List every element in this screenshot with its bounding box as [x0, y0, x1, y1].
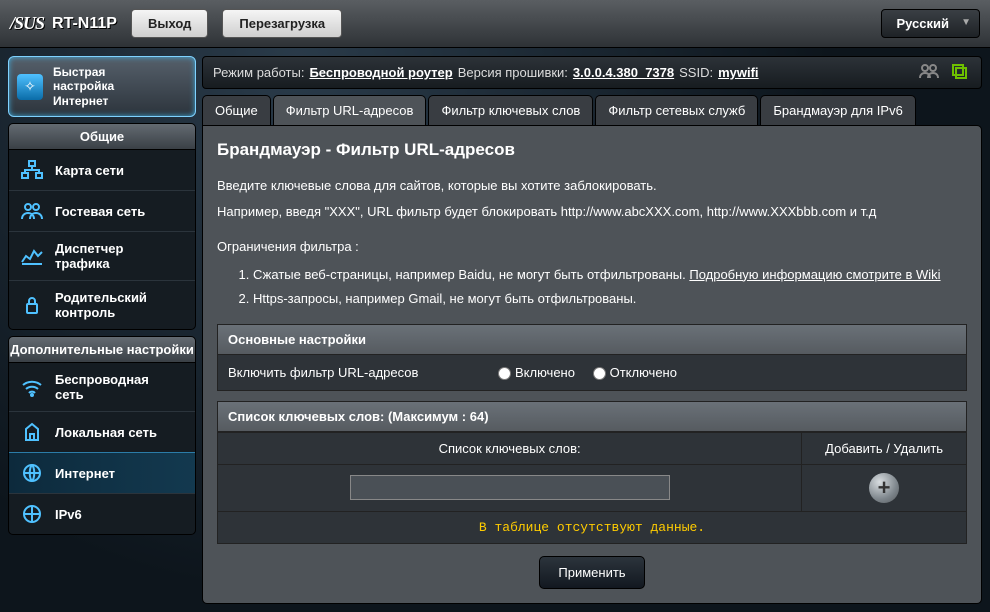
- sidebar-item-label: Гостевая сеть: [55, 204, 145, 219]
- keyword-input[interactable]: [350, 475, 670, 500]
- wan-icon: [19, 462, 45, 484]
- model-text: RT-N11P: [52, 15, 117, 33]
- ssid-label: SSID:: [679, 65, 713, 80]
- clients-icon[interactable]: [919, 63, 939, 82]
- add-keyword-button[interactable]: +: [869, 473, 899, 503]
- status-bar: Режим работы: Беспроводной роутер Версия…: [202, 56, 982, 89]
- tab-keyword-filter[interactable]: Фильтр ключевых слов: [428, 95, 593, 125]
- wiki-link[interactable]: Подробную информацию смотрите в Wiki: [689, 267, 940, 282]
- language-select[interactable]: Русский: [881, 9, 980, 38]
- page-title: Брандмауэр - Фильтр URL-адресов: [217, 140, 967, 160]
- ipv6-icon: [19, 503, 45, 525]
- sidebar-item-traffic-manager[interactable]: Диспетчертрафика: [9, 231, 195, 280]
- sidebar-item-ipv6[interactable]: IPv6: [9, 493, 195, 534]
- wireless-icon: [19, 376, 45, 398]
- network-map-icon: [19, 159, 45, 181]
- nav-general-header: Общие: [8, 123, 196, 150]
- traffic-manager-icon: [19, 245, 45, 267]
- intro-text-1: Введите ключевые слова для сайтов, котор…: [217, 176, 967, 196]
- sidebar-item-wan[interactable]: Интернет: [9, 452, 195, 493]
- wand-icon: ✧: [17, 74, 43, 100]
- sidebar-item-wireless[interactable]: Беспроводнаясеть: [9, 363, 195, 411]
- tab-service-filter[interactable]: Фильтр сетевых служб: [595, 95, 758, 125]
- sidebar-item-label: Интернет: [55, 466, 115, 481]
- sidebar-item-label: Диспетчертрафика: [55, 241, 123, 271]
- reboot-button[interactable]: Перезагрузка: [222, 9, 342, 38]
- enable-filter-label: Включить фильтр URL-адресов: [228, 365, 498, 380]
- sidebar-item-label: IPv6: [55, 507, 82, 522]
- radio-enable-off[interactable]: [593, 367, 606, 380]
- firmware-label: Версия прошивки:: [458, 65, 568, 80]
- apply-button[interactable]: Применить: [539, 556, 644, 589]
- mode-label: Режим работы:: [213, 65, 304, 80]
- qis-label: БыстраянастройкаИнтернет: [53, 65, 114, 108]
- nav-advanced-header: Дополнительные настройки: [8, 336, 196, 363]
- monitor-icon[interactable]: [951, 63, 971, 82]
- mode-link[interactable]: Беспроводной роутер: [309, 65, 452, 80]
- brand-text: /SUS: [10, 13, 44, 34]
- sidebar-item-label: Родительскийконтроль: [55, 290, 147, 320]
- firmware-link[interactable]: 3.0.0.4.380_7378: [573, 65, 674, 80]
- sidebar-item-label: Локальная сеть: [55, 425, 157, 440]
- radio-off-label[interactable]: Отключено: [593, 365, 677, 380]
- guest-network-icon: [19, 200, 45, 222]
- sidebar-item-parental-control[interactable]: Родительскийконтроль: [9, 280, 195, 329]
- sidebar-item-label: Карта сети: [55, 163, 124, 178]
- lan-icon: [19, 421, 45, 443]
- column-action: Добавить / Удалить: [802, 432, 967, 464]
- tab-ipv6-firewall[interactable]: Брандмауэр для IPv6: [760, 95, 915, 125]
- sidebar-item-lan[interactable]: Локальная сеть: [9, 411, 195, 452]
- tab-url-filter[interactable]: Фильтр URL-адресов: [273, 95, 427, 125]
- limit-item-1: Сжатые веб-страницы, например Baidu, не …: [253, 263, 967, 288]
- sidebar-item-label: Беспроводнаясеть: [55, 372, 149, 402]
- keyword-list-header: Список ключевых слов: (Максимум : 64): [217, 401, 967, 432]
- limit-item-2: Https-запросы, например Gmail, не могут …: [253, 287, 967, 312]
- logout-button[interactable]: Выход: [131, 9, 208, 38]
- sidebar-item-network-map[interactable]: Карта сети: [9, 150, 195, 190]
- ssid-link[interactable]: mywifi: [718, 65, 758, 80]
- intro-text-2: Например, введя "XXX", URL фильтр будет …: [217, 202, 967, 222]
- brand-logo: /SUS RT-N11P: [10, 13, 117, 34]
- radio-enable-on[interactable]: [498, 367, 511, 380]
- sidebar-item-guest-network[interactable]: Гостевая сеть: [9, 190, 195, 231]
- column-keyword: Список ключевых слов:: [218, 432, 802, 464]
- parental-control-icon: [19, 294, 45, 316]
- basic-settings-header: Основные настройки: [217, 324, 967, 355]
- quick-internet-setup-button[interactable]: ✧ БыстраянастройкаИнтернет: [8, 56, 196, 117]
- limits-heading: Ограничения фильтра :: [217, 237, 967, 257]
- empty-table-message: В таблице отсутствуют данные.: [218, 511, 967, 543]
- radio-on-label[interactable]: Включено: [498, 365, 575, 380]
- tab-general[interactable]: Общие: [202, 95, 271, 125]
